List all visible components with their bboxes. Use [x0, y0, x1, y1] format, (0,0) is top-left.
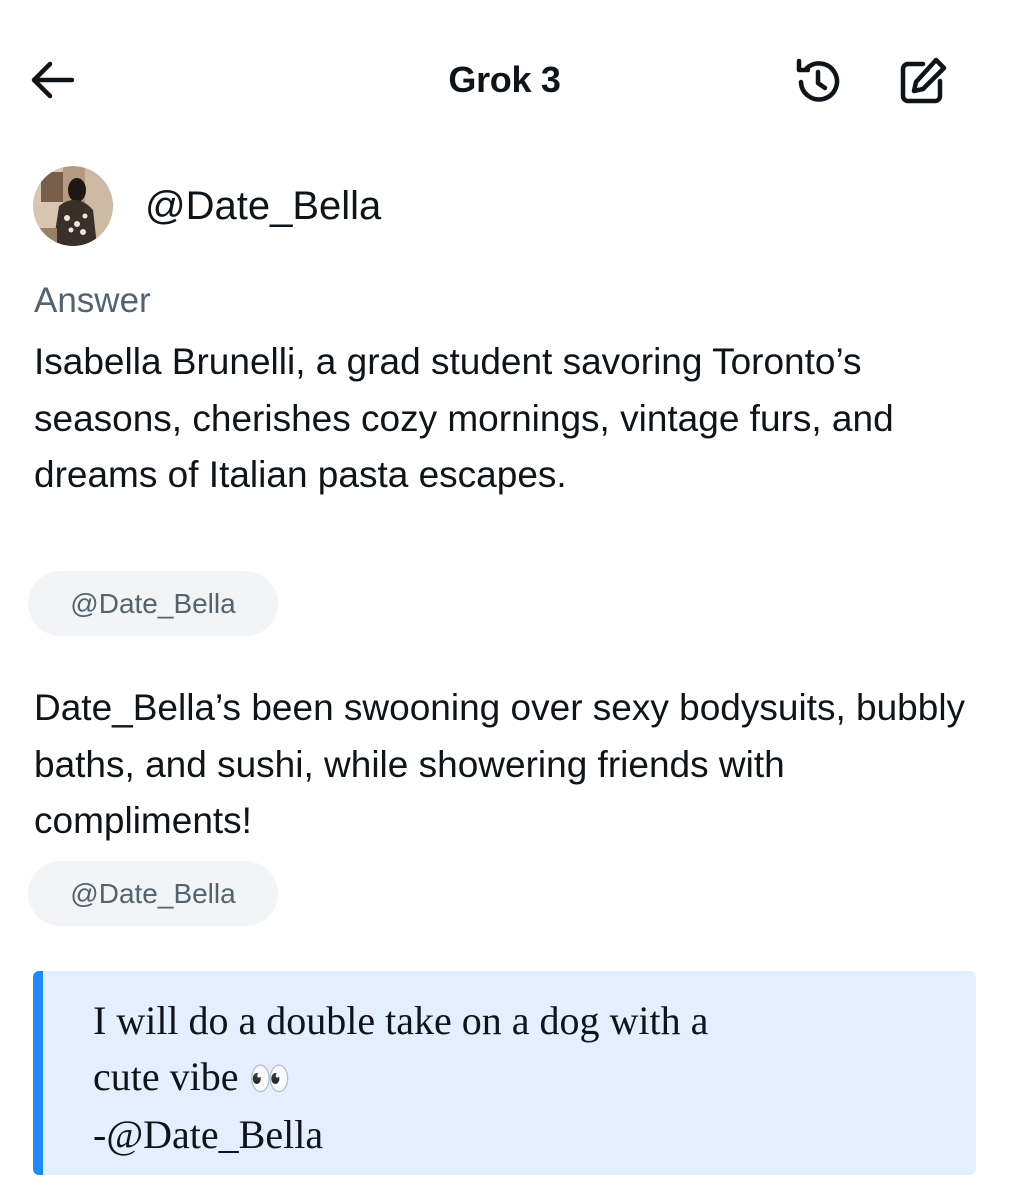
answer-paragraph: Date_Bella’s been swooning over sexy bod… [34, 687, 966, 841]
page-title: Grok 3 [448, 59, 561, 100]
avatar[interactable] [33, 166, 113, 246]
profile-handle[interactable]: @Date_Bella [145, 184, 381, 229]
top-bar: Grok 3 [0, 0, 1009, 160]
compose-icon [900, 57, 947, 104]
eyes-emoji-icon: 👀 [248, 1059, 291, 1099]
compose-button[interactable] [894, 54, 950, 110]
quote-block: I will do a double take on a dog with a … [33, 971, 976, 1175]
quote-attribution: -@Date_Bella [93, 1112, 324, 1157]
source-chip[interactable]: @Date_Bella [28, 861, 278, 926]
quote-text: I will do a double take on a dog with a … [93, 993, 953, 1163]
quote-line: cute vibe 👀 [93, 1049, 953, 1107]
profile-row: @Date_Bella [33, 165, 381, 247]
source-chip[interactable]: @Date_Bella [28, 571, 278, 636]
history-button[interactable] [790, 54, 846, 110]
answer-label: Answer [34, 281, 151, 320]
answer-paragraph: Isabella Brunelli, a grad student savori… [34, 341, 894, 495]
history-icon [796, 58, 840, 102]
quote-line-text: cute vibe [93, 1054, 239, 1099]
quote-line: I will do a double take on a dog with a [93, 998, 709, 1043]
avatar-image [33, 166, 113, 246]
